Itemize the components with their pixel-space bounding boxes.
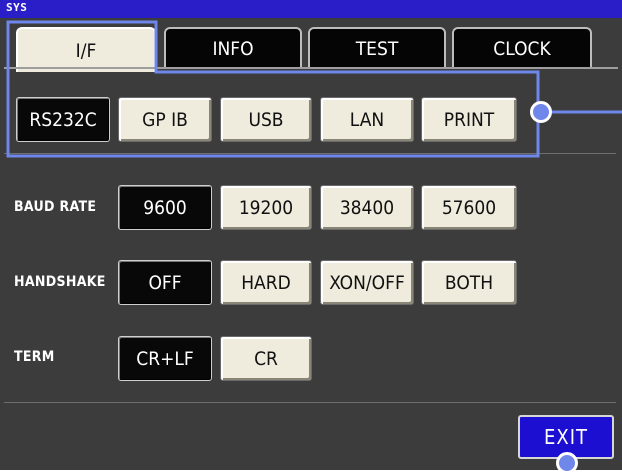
window-title: SYS bbox=[6, 1, 28, 14]
tab-interface[interactable]: I/F bbox=[16, 27, 156, 72]
baud-38400-button[interactable]: 38400 bbox=[320, 185, 414, 230]
term-cr-button[interactable]: CR bbox=[220, 336, 312, 381]
baud-19200-button[interactable]: 19200 bbox=[220, 185, 312, 230]
handshake-off-button[interactable]: OFF bbox=[118, 260, 212, 305]
handshake-label: HANDSHAKE bbox=[14, 274, 106, 290]
handshake-both-button[interactable]: BOTH bbox=[421, 260, 517, 305]
tab-info[interactable]: INFO bbox=[164, 27, 302, 68]
section-divider bbox=[4, 153, 616, 154]
baud-57600-button[interactable]: 57600 bbox=[421, 185, 517, 230]
interface-rs232c-button[interactable]: RS232C bbox=[16, 97, 110, 142]
interface-gpib-button[interactable]: GP IB bbox=[118, 97, 212, 142]
interface-lan-button[interactable]: LAN bbox=[320, 97, 414, 142]
interface-usb-button[interactable]: USB bbox=[220, 97, 312, 142]
tab-divider bbox=[4, 67, 618, 69]
handshake-xonoff-button[interactable]: XON/OFF bbox=[320, 260, 414, 305]
title-bar: SYS bbox=[0, 0, 622, 18]
tab-clock[interactable]: CLOCK bbox=[452, 27, 592, 68]
baud-9600-button[interactable]: 9600 bbox=[118, 185, 212, 230]
term-label: TERM bbox=[14, 349, 55, 365]
baud-rate-label: BAUD RATE bbox=[14, 199, 97, 215]
interface-print-button[interactable]: PRINT bbox=[421, 97, 517, 142]
callout-marker-top bbox=[530, 101, 552, 123]
bottom-divider bbox=[4, 402, 616, 403]
handshake-hard-button[interactable]: HARD bbox=[220, 260, 312, 305]
callout-marker-exit bbox=[556, 452, 578, 474]
tab-test[interactable]: TEST bbox=[308, 27, 446, 68]
settings-screen: SYS I/F INFO TEST CLOCK RS232C GP IB USB… bbox=[0, 0, 622, 470]
term-crlf-button[interactable]: CR+LF bbox=[118, 336, 212, 381]
